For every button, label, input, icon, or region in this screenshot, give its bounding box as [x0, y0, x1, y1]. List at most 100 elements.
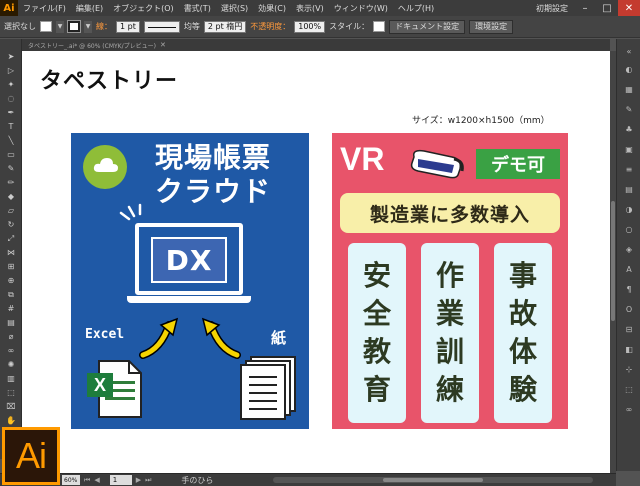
vertical-scrollbar[interactable]	[610, 51, 616, 473]
horizontal-scrollbar[interactable]	[273, 477, 594, 483]
lasso-tool-icon[interactable]: ◌	[4, 93, 18, 104]
artboard-number-field[interactable]: 1	[109, 475, 132, 485]
layers-panel-icon[interactable]: ◈	[622, 243, 636, 255]
collapse-panels-icon[interactable]: «	[622, 45, 636, 57]
transparency-panel-icon[interactable]: ◑	[622, 203, 636, 215]
menu-edit[interactable]: 編集(E)	[71, 3, 108, 14]
paragraph-panel-icon[interactable]: ¶	[622, 283, 636, 295]
scale-tool-icon[interactable]: ⤢	[4, 233, 18, 244]
opacity-field[interactable]: 100%	[294, 20, 326, 33]
magic-wand-tool-icon[interactable]: ✦	[4, 79, 18, 90]
brush-dropdown[interactable]: 2 pt 楕円	[203, 20, 247, 33]
document-tab[interactable]: タペストリー_.ai* @ 60% (CMYK/プレビュー) ✕	[22, 39, 610, 51]
width-tool-icon[interactable]: ⋈	[4, 247, 18, 258]
preferences-button[interactable]: 環境設定	[469, 19, 514, 34]
tab-close-icon[interactable]: ✕	[160, 41, 166, 49]
character-panel-icon[interactable]: A	[622, 263, 636, 275]
paintbrush-tool-icon[interactable]: ✎	[4, 163, 18, 174]
next-artboard-icon[interactable]: ▶	[136, 476, 141, 484]
swatches-panel-icon[interactable]: ▦	[622, 83, 636, 95]
fill-swatch[interactable]	[40, 21, 52, 32]
horizontal-scroll-thumb[interactable]	[383, 478, 484, 482]
paper-label: 紙	[271, 329, 287, 347]
pill-char: 教	[362, 335, 391, 368]
chevron-down-icon[interactable]: ▼	[84, 20, 92, 33]
first-artboard-icon[interactable]: ⏮	[84, 476, 90, 485]
menu-file[interactable]: ファイル(F)	[18, 3, 71, 14]
pen-tool-icon[interactable]: ✒	[4, 107, 18, 118]
stroke-label[interactable]: 線：	[96, 21, 112, 32]
menu-effect[interactable]: 効果(C)	[253, 3, 291, 14]
appearance-panel-icon[interactable]: ○	[622, 223, 636, 235]
menu-help[interactable]: ヘルプ(H)	[393, 3, 439, 14]
pencil-tool-icon[interactable]: ✏	[4, 177, 18, 188]
minimize-icon[interactable]: –	[574, 0, 596, 16]
pathfinder-panel-icon[interactable]: ◧	[622, 343, 636, 355]
stroke-panel-icon[interactable]: ≡	[622, 163, 636, 175]
pill-work-training: 作 業 訓 練	[421, 243, 479, 423]
blob-brush-tool-icon[interactable]: ◆	[4, 191, 18, 202]
zoom-field[interactable]: 60%	[62, 475, 80, 485]
artboard-tool-icon[interactable]: ⬚	[4, 387, 18, 398]
vertical-scroll-thumb[interactable]	[611, 201, 615, 321]
pill-char: 訓	[435, 335, 464, 368]
gradient-panel-icon[interactable]: ▤	[622, 183, 636, 195]
symbol-sprayer-tool-icon[interactable]: ✺	[4, 359, 18, 370]
type-tool-icon[interactable]: T	[4, 121, 18, 132]
style-swatch[interactable]	[373, 21, 386, 32]
chevron-down-icon[interactable]: ▼	[56, 20, 64, 33]
brushes-panel-icon[interactable]: ✎	[622, 103, 636, 115]
color-panel-icon[interactable]: ◐	[622, 63, 636, 75]
eyedropper-tool-icon[interactable]: ⌀	[4, 331, 18, 342]
pill-char: 作	[435, 259, 464, 292]
free-transform-tool-icon[interactable]: ⊞	[4, 261, 18, 272]
eraser-tool-icon[interactable]: ▱	[4, 205, 18, 216]
line-tool-icon[interactable]: ╲	[4, 135, 18, 146]
close-icon[interactable]: ✕	[618, 0, 640, 16]
rotate-tool-icon[interactable]: ↻	[4, 219, 18, 230]
artboards-panel-icon[interactable]: ⬚	[622, 383, 636, 395]
perspective-grid-tool-icon[interactable]: ⧉	[4, 289, 18, 300]
menu-window[interactable]: ウィンドウ(W)	[329, 3, 393, 14]
hand-tool-icon[interactable]: ✋	[4, 415, 18, 426]
current-tool-label: 手のひら	[181, 475, 214, 485]
opacity-label[interactable]: 不透明度：	[250, 21, 290, 32]
menu-view[interactable]: 表示(V)	[291, 3, 329, 14]
left-title-line1: 現場帳票	[155, 141, 272, 174]
transform-panel-icon[interactable]: ⊹	[622, 363, 636, 375]
pill-char: 験	[508, 373, 537, 406]
align-panel-icon[interactable]: ⊟	[622, 323, 636, 335]
rectangle-tool-icon[interactable]: ▭	[4, 149, 18, 160]
blend-tool-icon[interactable]: ∞	[4, 345, 18, 356]
left-title: 現場帳票 クラウド	[155, 141, 271, 209]
opentype-panel-icon[interactable]: O	[622, 303, 636, 315]
document-settings-button[interactable]: ドキュメント設定	[389, 19, 466, 34]
prev-artboard-icon[interactable]: ◀	[94, 476, 99, 484]
artboard-canvas[interactable]: タペストリー サイズ：w1200×h1500（mm） 現場帳票 クラウド DX …	[22, 51, 610, 473]
pill-char: 全	[362, 297, 391, 330]
maximize-icon[interactable]: □	[596, 0, 618, 16]
mesh-tool-icon[interactable]: #	[4, 303, 18, 314]
column-graph-tool-icon[interactable]: ▥	[4, 373, 18, 384]
document-tab-label: タペストリー_.ai* @ 60% (CMYK/プレビュー)	[28, 42, 156, 50]
gradient-tool-icon[interactable]: ▤	[4, 317, 18, 328]
laptop-base	[127, 296, 251, 303]
graphic-styles-panel-icon[interactable]: ▣	[622, 143, 636, 155]
stroke-style-label[interactable]: 均等	[184, 21, 200, 32]
shape-builder-tool-icon[interactable]: ⊕	[4, 275, 18, 286]
last-artboard-icon[interactable]: ⏭	[145, 476, 151, 485]
stroke-weight-field[interactable]: 1 pt	[116, 20, 140, 33]
menu-object[interactable]: オブジェクト(O)	[108, 3, 179, 14]
stroke-swatch[interactable]	[67, 20, 81, 33]
size-label: サイズ：w1200×h1500（mm）	[412, 116, 550, 126]
slice-tool-icon[interactable]: ⌧	[4, 401, 18, 412]
selection-tool-icon[interactable]: ➤	[4, 51, 18, 62]
workspace-switcher[interactable]: 初期設定	[530, 3, 574, 14]
symbols-panel-icon[interactable]: ♣	[622, 123, 636, 135]
style-label: スタイル：	[329, 22, 370, 31]
menu-select[interactable]: 選択(S)	[216, 3, 253, 14]
direct-selection-tool-icon[interactable]: ▷	[4, 65, 18, 76]
menu-type[interactable]: 書式(T)	[179, 3, 216, 14]
links-panel-icon[interactable]: ∞	[622, 403, 636, 415]
stroke-profile-preview[interactable]	[143, 20, 180, 33]
